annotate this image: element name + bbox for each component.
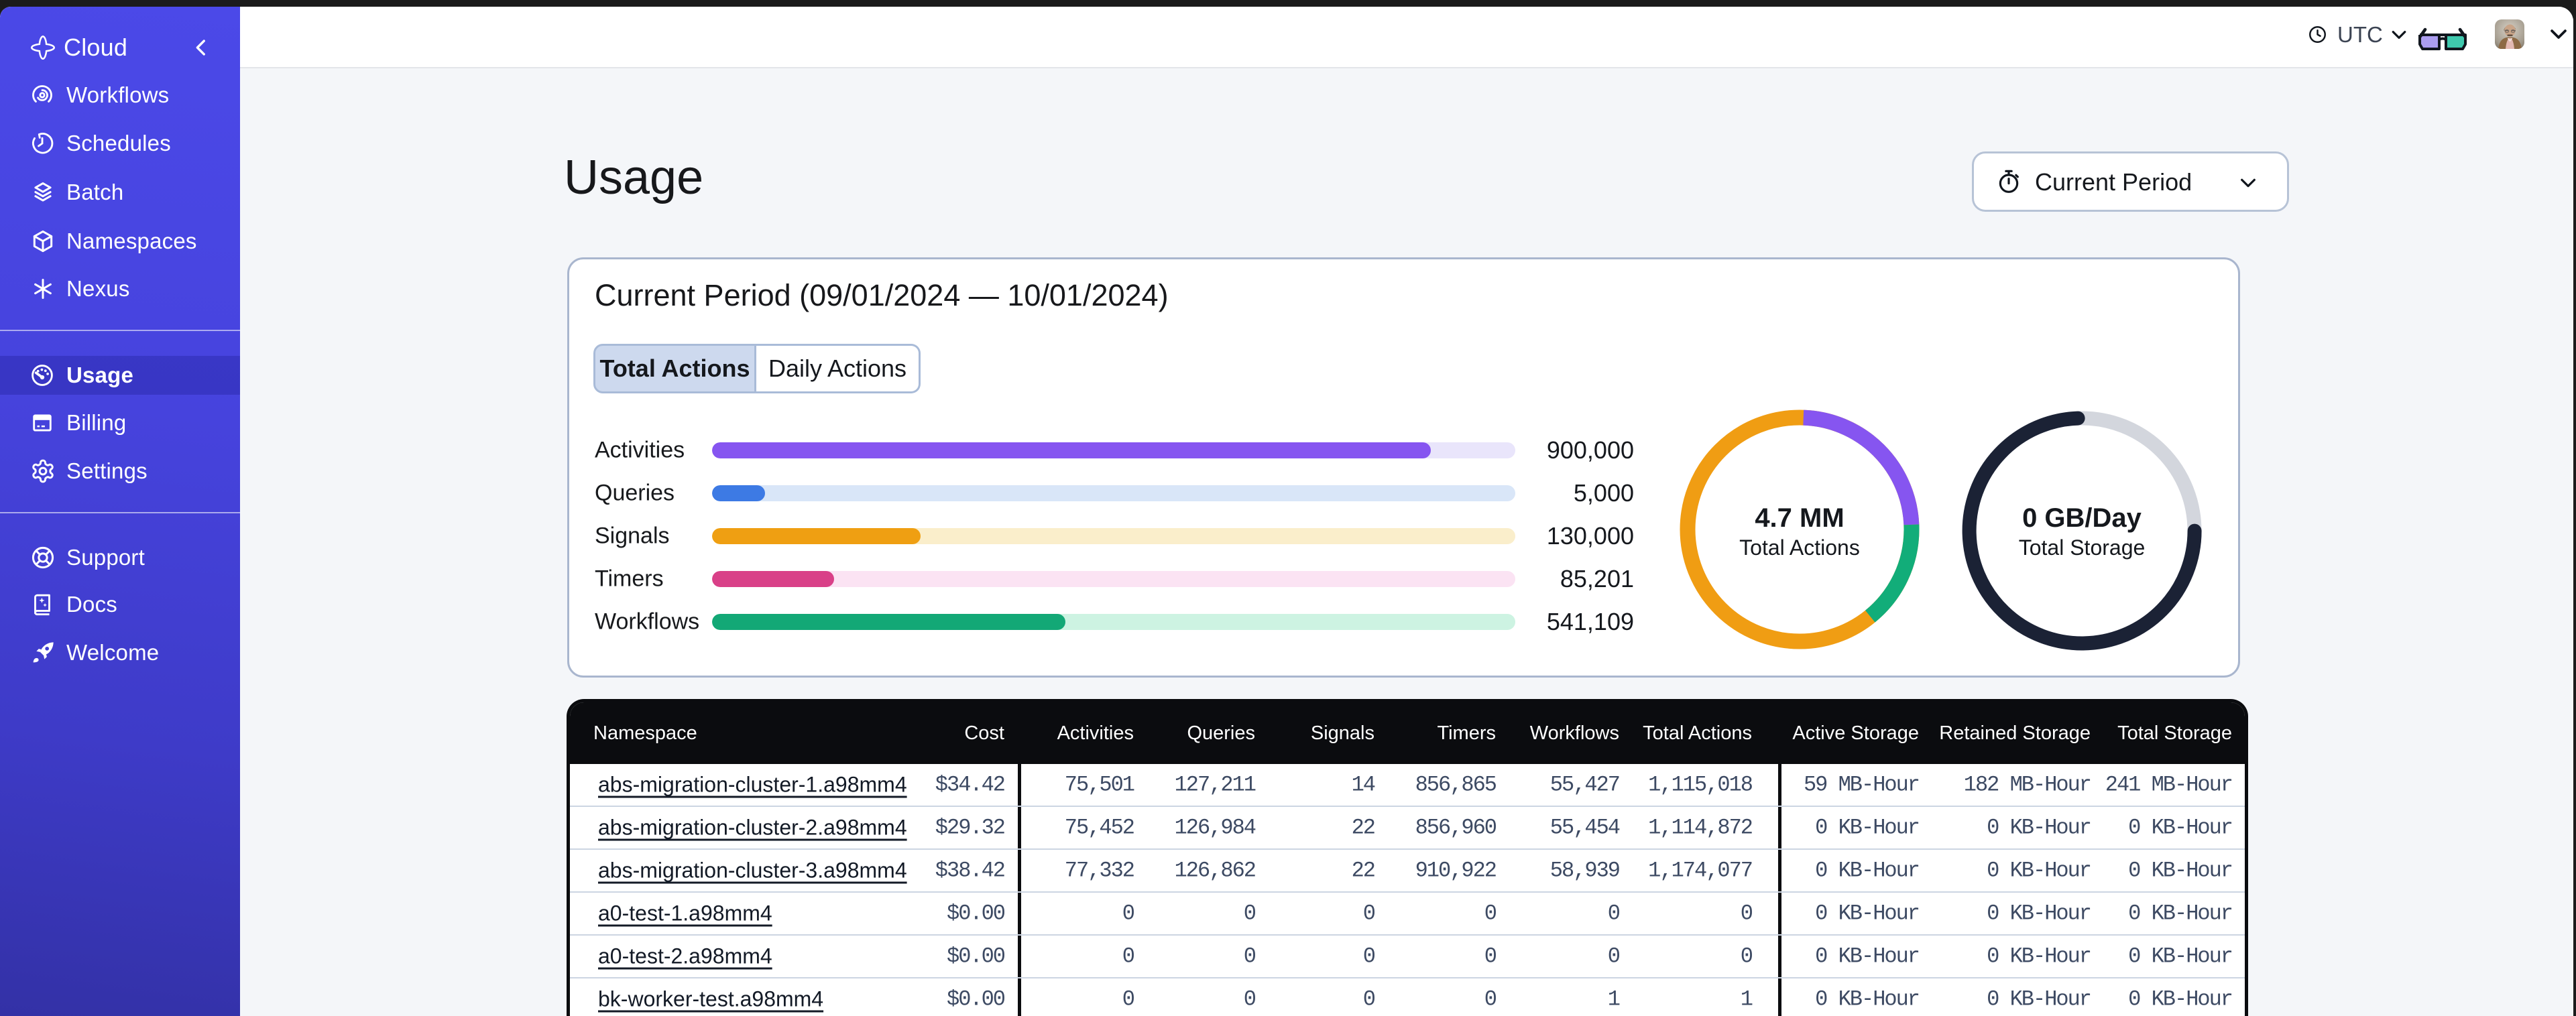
svg-text:4.7 MM: 4.7 MM — [1755, 503, 1844, 533]
svg-text:Total Actions: Total Actions — [1739, 535, 1860, 560]
svg-text:0 GB/Day: 0 GB/Day — [2022, 503, 2142, 533]
svg-text:Total Storage: Total Storage — [2019, 535, 2146, 560]
